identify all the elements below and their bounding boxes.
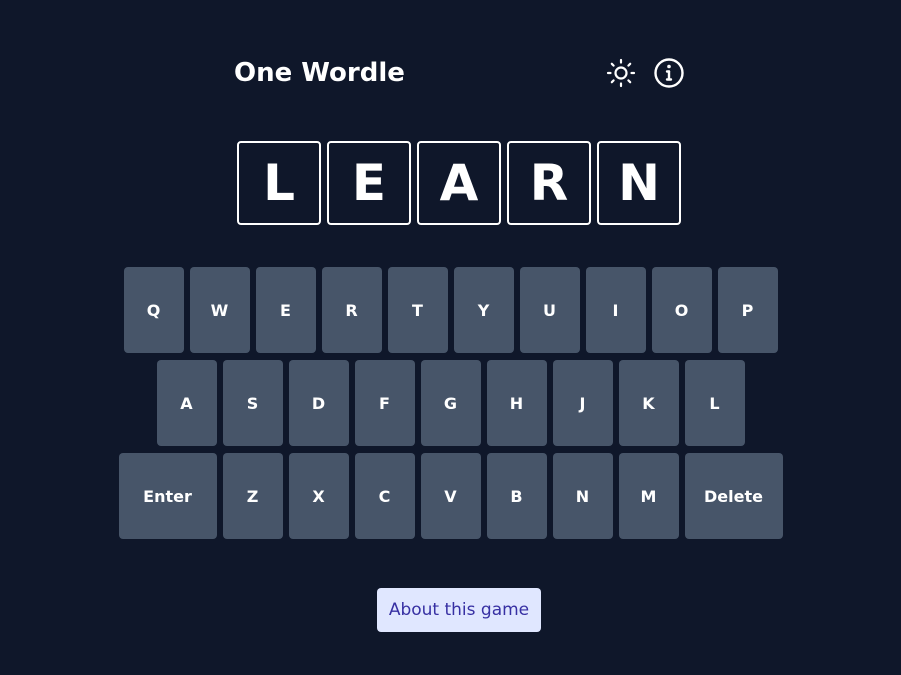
key-p[interactable]: P: [717, 267, 778, 353]
key-q[interactable]: Q: [123, 267, 184, 353]
game-page: One Wordle L E A R N Q W E R T Y U I O P…: [0, 0, 901, 675]
guess-grid: L E A R N: [237, 141, 681, 225]
key-d[interactable]: D: [288, 360, 349, 446]
key-f[interactable]: F: [354, 360, 415, 446]
about-game-button[interactable]: About this game: [377, 588, 541, 632]
letter-tile: A: [417, 141, 501, 225]
key-e[interactable]: E: [255, 267, 316, 353]
key-r[interactable]: R: [321, 267, 382, 353]
letter-tile: R: [507, 141, 591, 225]
key-j[interactable]: J: [552, 360, 613, 446]
key-t[interactable]: T: [387, 267, 448, 353]
letter-tile: L: [237, 141, 321, 225]
sun-icon: [606, 58, 636, 88]
header: One Wordle: [234, 56, 686, 90]
key-z[interactable]: Z: [222, 453, 283, 539]
key-c[interactable]: C: [354, 453, 415, 539]
key-o[interactable]: O: [651, 267, 712, 353]
key-a[interactable]: A: [156, 360, 217, 446]
key-u[interactable]: U: [519, 267, 580, 353]
theme-toggle-button[interactable]: [605, 57, 637, 89]
delete-key[interactable]: Delete: [684, 453, 783, 539]
letter-tile: N: [597, 141, 681, 225]
key-y[interactable]: Y: [453, 267, 514, 353]
key-k[interactable]: K: [618, 360, 679, 446]
key-w[interactable]: W: [189, 267, 250, 353]
keyboard-row-2: A S D F G H J K L: [0, 360, 901, 446]
key-i[interactable]: I: [585, 267, 646, 353]
keyboard-row-3: Enter Z X C V B N M Delete: [0, 453, 901, 539]
key-g[interactable]: G: [420, 360, 481, 446]
letter-tile: E: [327, 141, 411, 225]
keyboard-row-1: Q W E R T Y U I O P: [0, 267, 901, 353]
key-v[interactable]: V: [420, 453, 481, 539]
key-l[interactable]: L: [684, 360, 745, 446]
key-h[interactable]: H: [486, 360, 547, 446]
game-title: One Wordle: [234, 58, 405, 88]
keyboard: Q W E R T Y U I O P A S D F G H J K L En…: [0, 267, 901, 546]
info-icon: [654, 58, 684, 88]
key-n[interactable]: N: [552, 453, 613, 539]
enter-key[interactable]: Enter: [118, 453, 217, 539]
key-m[interactable]: M: [618, 453, 679, 539]
key-b[interactable]: B: [486, 453, 547, 539]
key-s[interactable]: S: [222, 360, 283, 446]
key-x[interactable]: X: [288, 453, 349, 539]
info-button[interactable]: [653, 57, 685, 89]
